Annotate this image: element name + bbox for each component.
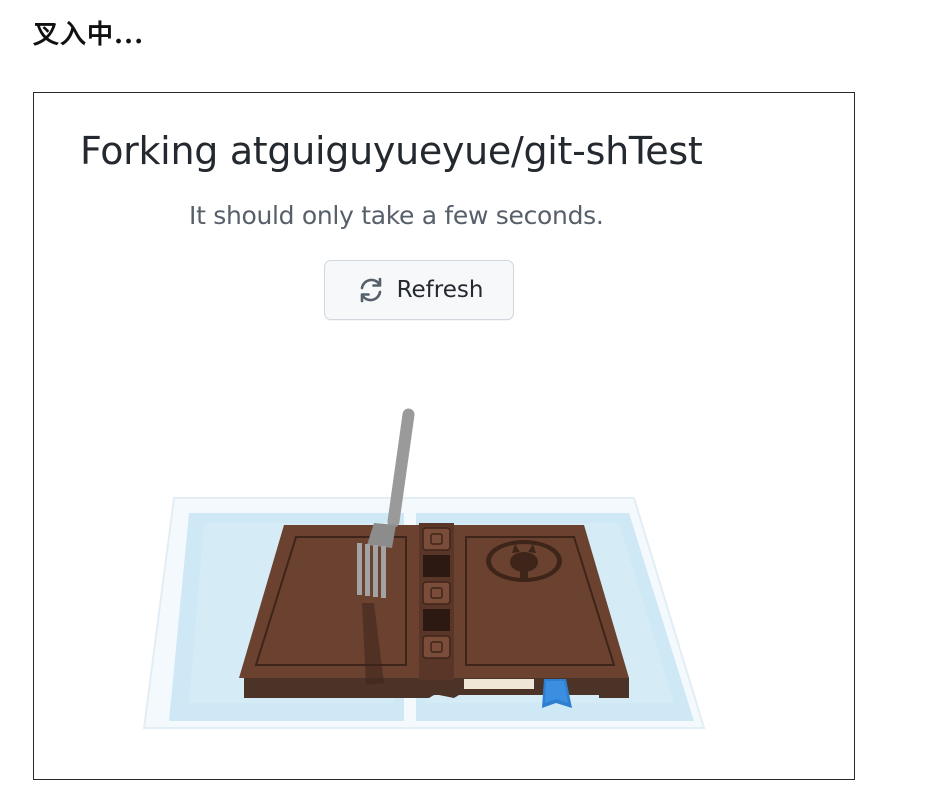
octocat-icon <box>486 540 562 582</box>
forking-book-illustration <box>134 403 734 748</box>
page-title: Forking atguiguyueyue/git-shTest <box>80 129 703 173</box>
page-subtitle: It should only take a few seconds. <box>189 201 604 230</box>
screenshot-frame: Forking atguiguyueyue/git-shTest It shou… <box>33 92 855 780</box>
refresh-icon <box>355 274 387 306</box>
document-heading: 叉入中... <box>33 20 145 50</box>
refresh-button[interactable]: Refresh <box>324 260 514 320</box>
refresh-button-label: Refresh <box>396 277 484 303</box>
